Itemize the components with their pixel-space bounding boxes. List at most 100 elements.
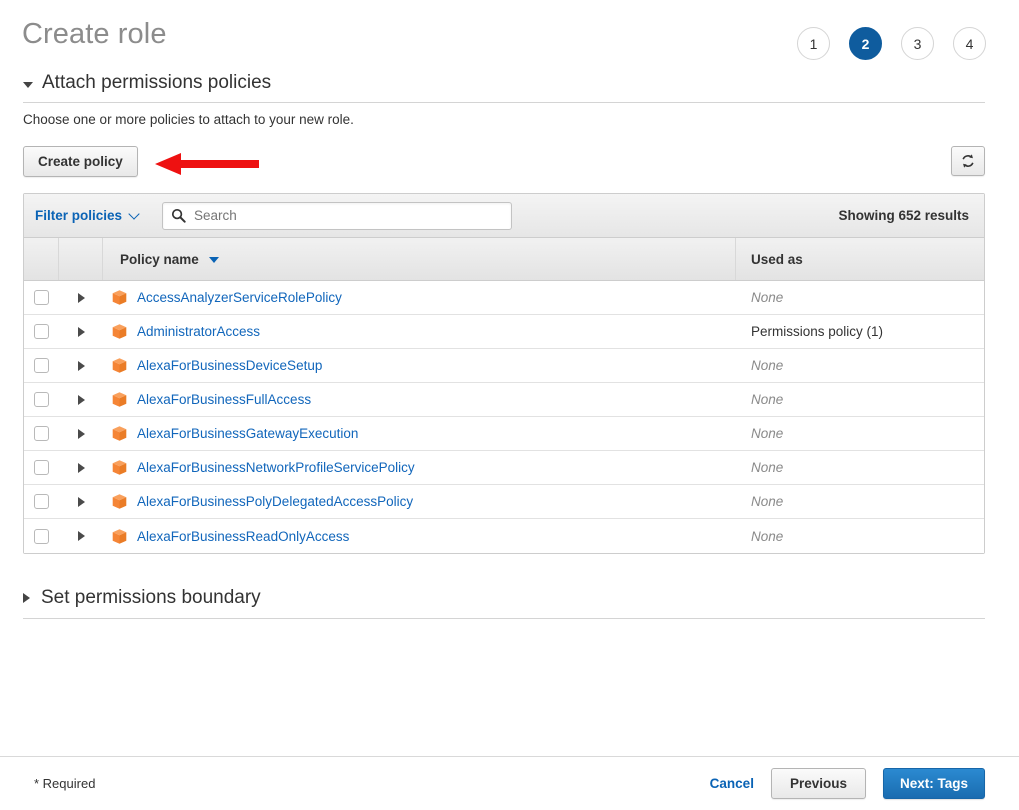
- policy-name-link[interactable]: AlexaForBusinessFullAccess: [137, 392, 311, 407]
- footer-bar: * Required Cancel Previous Next: Tags: [0, 756, 1019, 810]
- chevron-down-icon: [128, 207, 140, 220]
- policy-name-link[interactable]: AccessAnalyzerServiceRolePolicy: [137, 290, 342, 305]
- caret-right-icon: [23, 593, 30, 603]
- refresh-icon: [962, 154, 974, 168]
- filter-policies-label: Filter policies: [35, 208, 123, 223]
- used-as-column-header[interactable]: Used as: [736, 238, 984, 280]
- row-checkbox[interactable]: [34, 494, 49, 509]
- row-expand-cell: [59, 451, 103, 484]
- row-checkbox[interactable]: [34, 392, 49, 407]
- section-title: Attach permissions policies: [42, 72, 272, 93]
- aws-managed-policy-cube-icon: [112, 426, 127, 441]
- step-label: 1: [809, 35, 818, 52]
- used-as-value: None: [751, 528, 784, 544]
- row-checkbox[interactable]: [34, 426, 49, 441]
- table-row: AlexaForBusinessFullAccess None: [24, 383, 984, 417]
- row-checkbox[interactable]: [34, 324, 49, 339]
- used-as-value: None: [751, 392, 784, 407]
- row-expand-cell: [59, 417, 103, 450]
- used-as-value: None: [751, 290, 784, 305]
- step-indicator-2: 2: [849, 27, 882, 60]
- table-row: AlexaForBusinessNetworkProfileServicePol…: [24, 451, 984, 485]
- used-as-value: None: [751, 460, 784, 475]
- policy-name-link[interactable]: AlexaForBusinessGatewayExecution: [137, 426, 358, 441]
- caret-down-icon: [23, 81, 33, 88]
- expand-row-triangle-icon[interactable]: [77, 360, 85, 371]
- set-permissions-boundary-header[interactable]: Set permissions boundary: [23, 587, 985, 619]
- policy-name-link[interactable]: AdministratorAccess: [137, 324, 260, 339]
- step-label: 3: [913, 35, 922, 52]
- expand-row-triangle-icon[interactable]: [77, 326, 85, 337]
- table-row: AdministratorAccess Permissions policy (1…: [24, 315, 984, 349]
- row-checkbox[interactable]: [34, 358, 49, 373]
- table-row: AlexaForBusinessPolyDelegatedAccessPolic…: [24, 485, 984, 519]
- row-checkbox-cell: [24, 451, 59, 484]
- search-input[interactable]: [162, 201, 513, 230]
- policy-name-link[interactable]: AlexaForBusinessReadOnlyAccess: [137, 529, 349, 544]
- search-box: [162, 201, 513, 230]
- filter-bar: Filter policies Showing 652 results: [24, 194, 984, 238]
- used-as-cell: Permissions policy (1): [736, 315, 984, 348]
- policy-name-link[interactable]: AlexaForBusinessDeviceSetup: [137, 358, 322, 373]
- previous-button[interactable]: Previous: [770, 768, 866, 799]
- step-label: 4: [965, 35, 974, 52]
- policy-name-cell: AlexaForBusinessFullAccess: [103, 383, 736, 416]
- used-as-value: None: [751, 426, 784, 441]
- row-checkbox[interactable]: [34, 528, 49, 544]
- row-checkbox[interactable]: [34, 460, 49, 475]
- policy-name-link[interactable]: AlexaForBusinessNetworkProfileServicePol…: [137, 460, 415, 475]
- row-expand-cell: [59, 519, 103, 553]
- table-row: AccessAnalyzerServiceRolePolicy None: [24, 281, 984, 315]
- expand-row-triangle-icon[interactable]: [77, 428, 85, 439]
- attach-permissions-section-header[interactable]: Attach permissions policies: [23, 72, 985, 103]
- table-row: AlexaForBusinessReadOnlyAccess None: [24, 519, 984, 553]
- cancel-button[interactable]: Cancel: [710, 776, 754, 791]
- expand-row-triangle-icon[interactable]: [77, 292, 85, 303]
- policy-name-cell: AlexaForBusinessDeviceSetup: [103, 349, 736, 382]
- row-expand-cell: [59, 315, 103, 348]
- aws-managed-policy-cube-icon: [112, 392, 127, 407]
- refresh-button[interactable]: [951, 146, 985, 176]
- sort-descending-caret-icon: [208, 257, 219, 263]
- table-body: AccessAnalyzerServiceRolePolicy None Admin…: [24, 281, 984, 553]
- boundary-title: Set permissions boundary: [41, 587, 261, 608]
- step-indicator-4: 4: [953, 27, 986, 60]
- policy-name-cell: AlexaForBusinessGatewayExecution: [103, 417, 736, 450]
- results-count: Showing 652 results: [838, 208, 969, 223]
- expand-column-header: [59, 238, 103, 280]
- used-as-cell: None: [736, 519, 984, 553]
- row-checkbox-cell: [24, 349, 59, 382]
- aws-managed-policy-cube-icon: [112, 494, 127, 509]
- table-row: AlexaForBusinessDeviceSetup None: [24, 349, 984, 383]
- expand-row-triangle-icon[interactable]: [77, 531, 85, 541]
- policy-name-link[interactable]: AlexaForBusinessPolyDelegatedAccessPolic…: [137, 494, 413, 509]
- row-expand-cell: [59, 281, 103, 314]
- filter-policies-dropdown[interactable]: Filter policies: [35, 207, 140, 223]
- policy-name-cell: AdministratorAccess: [103, 315, 736, 348]
- used-as-cell: None: [736, 451, 984, 484]
- row-checkbox-cell: [24, 383, 59, 416]
- step-indicator-1: 1: [797, 27, 830, 60]
- footer-actions: Cancel Previous Next: Tags: [710, 768, 985, 799]
- used-as-cell: None: [736, 383, 984, 416]
- step-indicator-3: 3: [901, 27, 934, 60]
- create-role-page: Create role 1 2 3 4 Attach permissions poli…: [0, 0, 1019, 810]
- row-checkbox[interactable]: [34, 290, 49, 305]
- next-tags-button[interactable]: Next: Tags: [882, 768, 985, 799]
- used-as-value: None: [751, 358, 784, 373]
- expand-row-triangle-icon[interactable]: [77, 462, 85, 473]
- select-all-column-header: [24, 238, 59, 280]
- row-checkbox-cell: [24, 417, 59, 450]
- expand-row-triangle-icon[interactable]: [77, 394, 85, 405]
- policy-name-column-header[interactable]: Policy name: [103, 238, 736, 280]
- policy-name-cell: AlexaForBusinessReadOnlyAccess: [103, 519, 736, 553]
- row-expand-cell: [59, 383, 103, 416]
- policy-name-header-label: Policy name: [120, 251, 199, 267]
- step-indicator: 1 2 3 4: [797, 27, 986, 60]
- expand-row-triangle-icon[interactable]: [77, 496, 85, 507]
- create-policy-button[interactable]: Create policy: [23, 146, 138, 177]
- row-checkbox-cell: [24, 315, 59, 348]
- row-checkbox-cell: [24, 485, 59, 518]
- used-as-header-label: Used as: [751, 251, 803, 267]
- aws-managed-policy-cube-icon: [112, 460, 127, 475]
